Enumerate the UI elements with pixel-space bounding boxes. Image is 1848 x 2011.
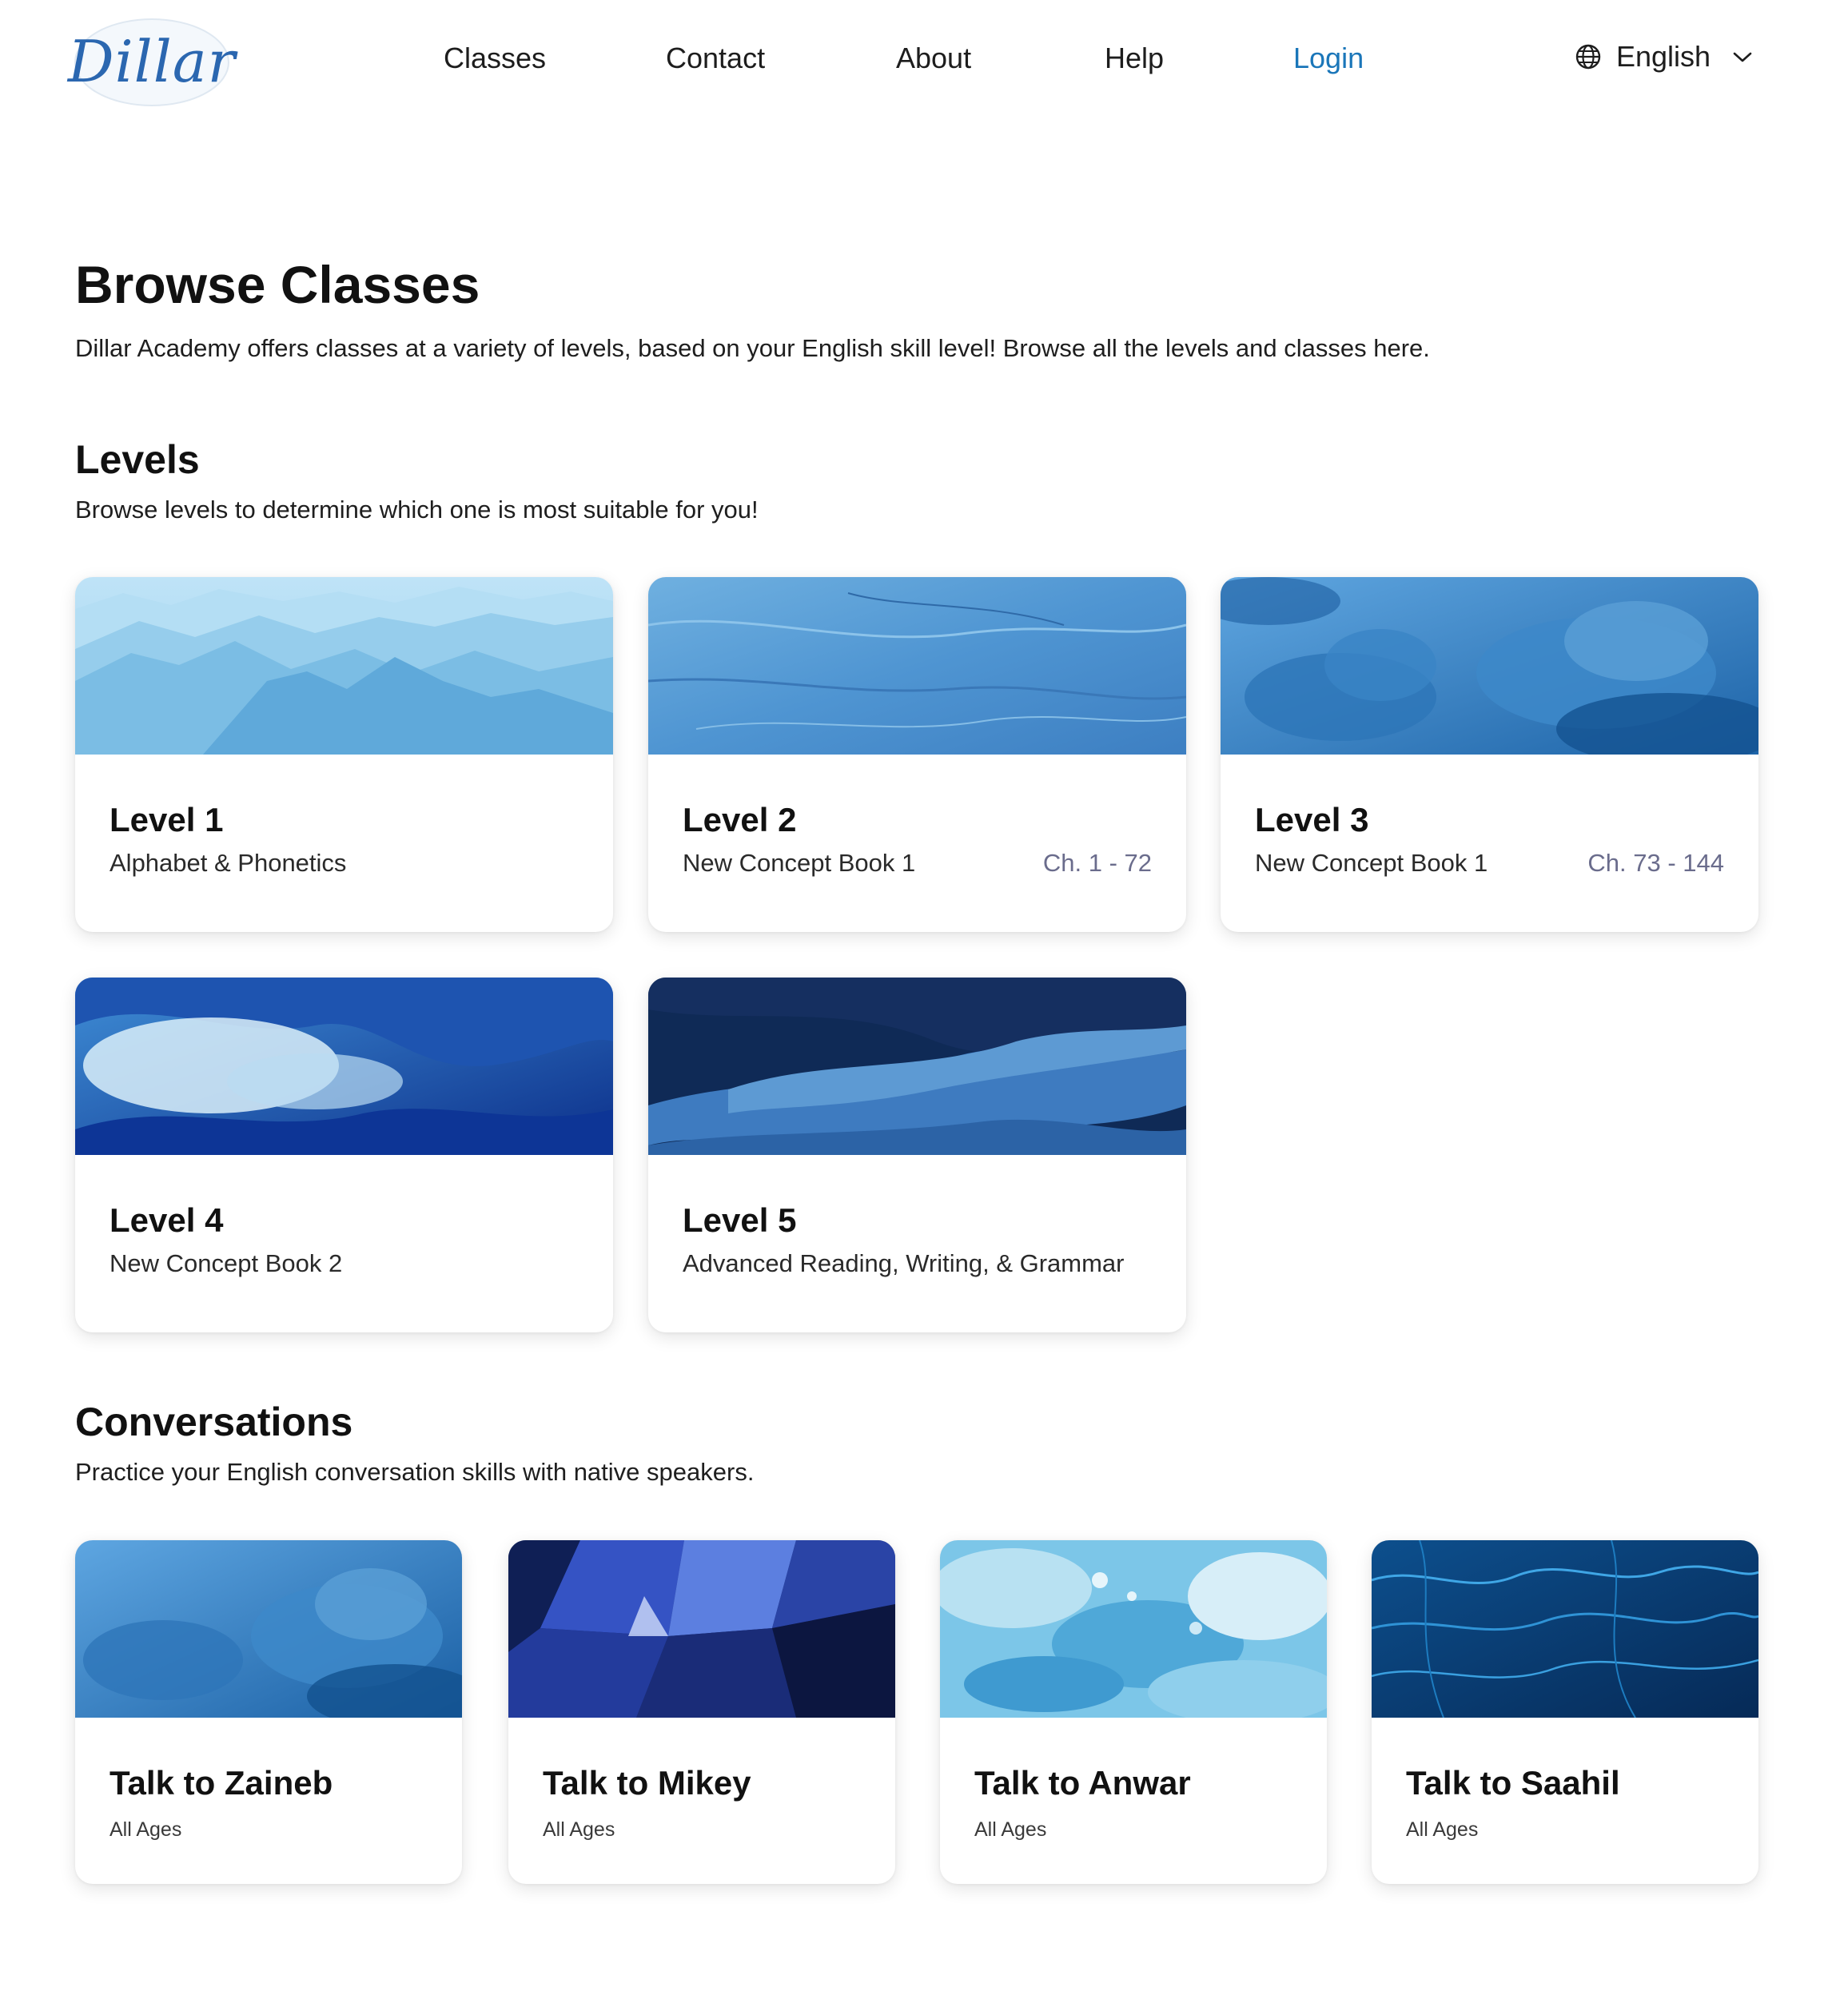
level-card-4[interactable]: Level 4 New Concept Book 2 <box>75 978 613 1332</box>
snow-surface-image <box>648 577 1186 755</box>
card-title: Level 5 <box>683 1201 797 1239</box>
language-label: English <box>1616 40 1711 73</box>
glacier-ice-image <box>648 978 1186 1155</box>
nav-classes[interactable]: Classes <box>444 42 546 75</box>
card-subtitle: Alphabet & Phonetics <box>110 849 347 877</box>
globe-icon <box>1575 44 1601 70</box>
level-card-2[interactable]: Level 2 New Concept Book 1 Ch. 1 - 72 <box>648 577 1186 932</box>
levels-heading: Levels <box>75 437 200 482</box>
nav-help[interactable]: Help <box>1105 42 1164 75</box>
site-header: Dillar Classes Contact About Help Login … <box>0 0 1848 136</box>
conversation-card-mikey[interactable]: Talk to Mikey All Ages <box>508 1540 895 1884</box>
misty-mountains-image <box>75 577 613 755</box>
blue-clouds-image <box>75 1540 462 1718</box>
card-subtitle: All Ages <box>543 1818 615 1841</box>
conversations-description: Practice your English conversation skill… <box>75 1458 755 1486</box>
conversation-card-zaineb[interactable]: Talk to Zaineb All Ages <box>75 1540 462 1884</box>
card-subtitle: Advanced Reading, Writing, & Grammar <box>683 1249 1125 1277</box>
card-subtitle: All Ages <box>974 1818 1047 1841</box>
page-title: Browse Classes <box>75 255 480 314</box>
glass-building-image <box>508 1540 895 1718</box>
card-subtitle: New Concept Book 1 <box>1255 849 1488 877</box>
card-subtitle: All Ages <box>110 1818 182 1841</box>
levels-description: Browse levels to determine which one is … <box>75 496 759 524</box>
card-title: Talk to Anwar <box>974 1764 1191 1802</box>
card-title: Talk to Zaineb <box>110 1764 333 1802</box>
conversation-card-anwar[interactable]: Talk to Anwar All Ages <box>940 1540 1327 1884</box>
nav-about[interactable]: About <box>896 42 971 75</box>
card-title: Talk to Mikey <box>543 1764 751 1802</box>
card-subtitle: All Ages <box>1406 1818 1479 1841</box>
language-selector[interactable]: English <box>1575 38 1754 75</box>
conversations-heading: Conversations <box>75 1400 353 1444</box>
card-title: Level 2 <box>683 801 797 838</box>
dillar-logo[interactable]: Dillar <box>67 14 237 109</box>
level-card-5[interactable]: Level 5 Advanced Reading, Writing, & Gra… <box>648 978 1186 1332</box>
card-title: Level 4 <box>110 1201 224 1239</box>
card-chapters: Ch. 1 - 72 <box>1042 849 1152 877</box>
conversation-card-saahil[interactable]: Talk to Saahil All Ages <box>1372 1540 1758 1884</box>
level-card-1[interactable]: Level 1 Alphabet & Phonetics <box>75 577 613 932</box>
page-description: Dillar Academy offers classes at a varie… <box>75 334 1430 362</box>
blue-clouds-image <box>1221 577 1758 755</box>
logo-text: Dillar <box>67 28 237 95</box>
level-card-3[interactable]: Level 3 New Concept Book 1 Ch. 73 - 144 <box>1221 577 1758 932</box>
fluid-paint-image <box>940 1540 1327 1718</box>
card-title: Talk to Saahil <box>1406 1764 1620 1802</box>
nav-login[interactable]: Login <box>1293 42 1364 75</box>
card-title: Level 1 <box>110 801 224 838</box>
card-title: Level 3 <box>1255 801 1369 838</box>
card-subtitle: New Concept Book 2 <box>110 1249 343 1277</box>
card-chapters: Ch. 73 - 144 <box>1587 849 1724 877</box>
chevron-down-icon <box>1733 52 1752 62</box>
nav-contact[interactable]: Contact <box>666 42 765 75</box>
ocean-waves-image <box>75 978 613 1155</box>
card-subtitle: New Concept Book 1 <box>683 849 916 877</box>
water-caustics-image <box>1372 1540 1758 1718</box>
